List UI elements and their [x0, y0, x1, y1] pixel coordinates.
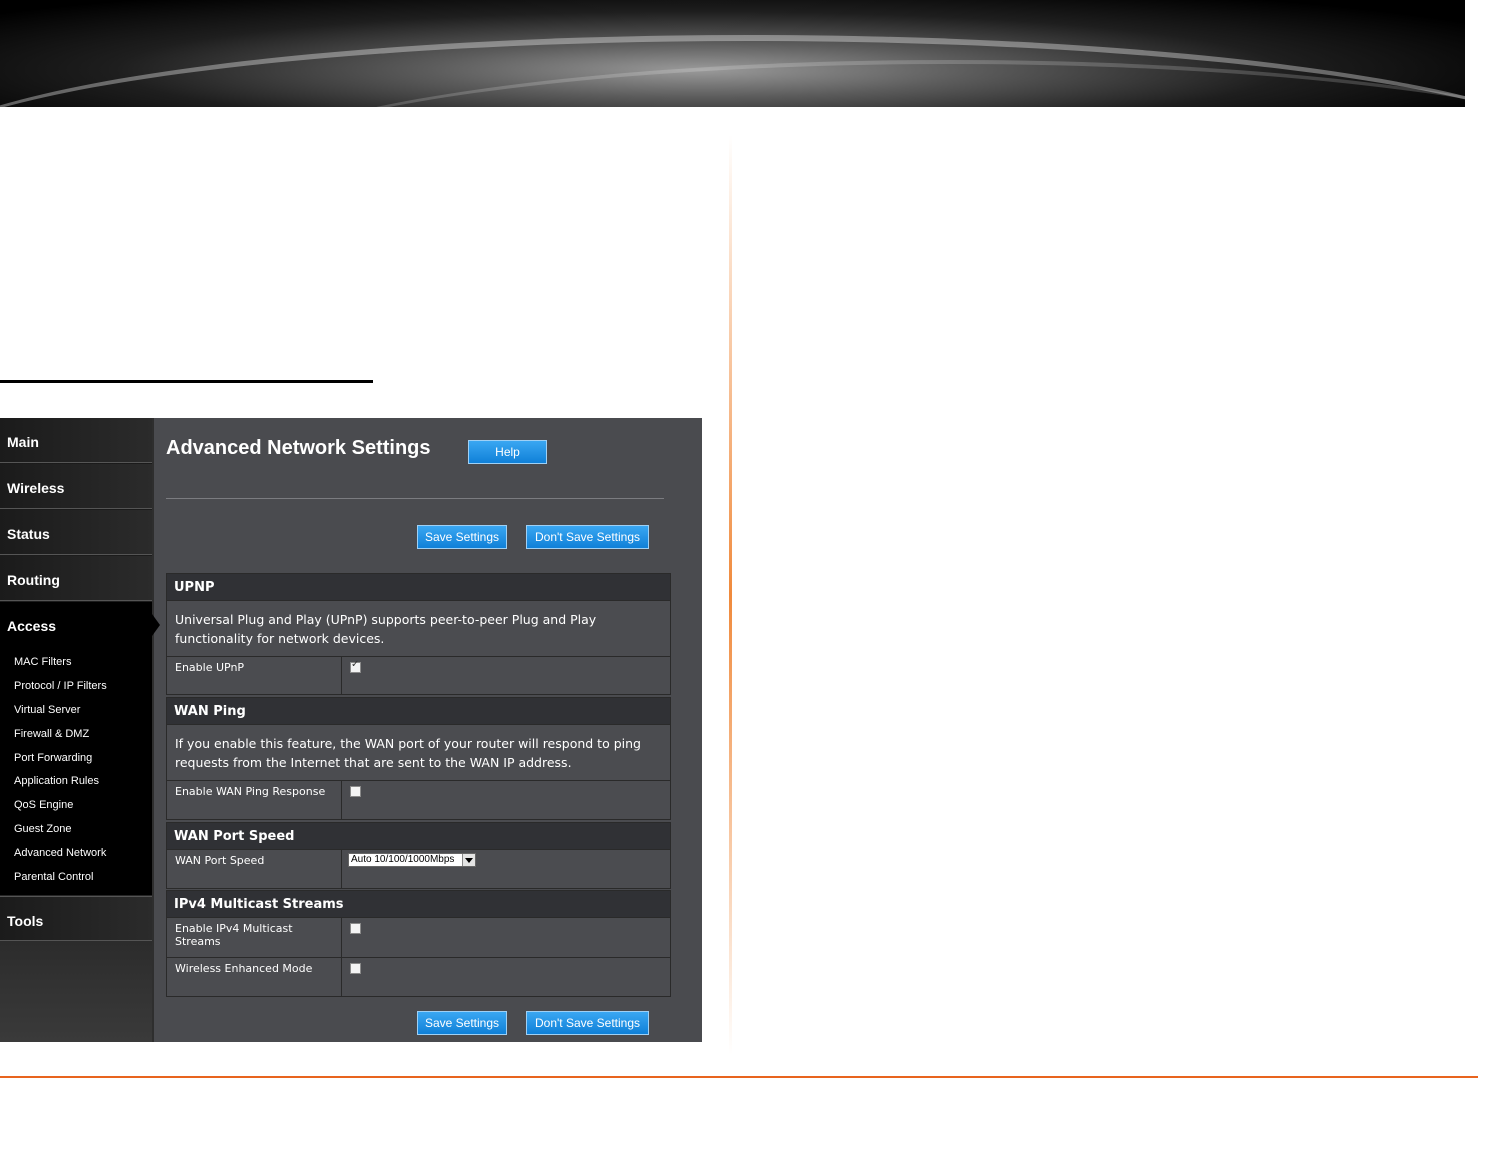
page-title: Advanced Network Settings: [166, 437, 431, 459]
main-content: Advanced Network Settings Help Save Sett…: [154, 418, 702, 1042]
chevron-down-icon: [462, 854, 475, 866]
subnav-firewall-dmz[interactable]: Firewall & DMZ: [14, 728, 89, 740]
wan-ping-enable-label: Enable WAN Ping Response: [167, 781, 342, 819]
subnav-parental-control[interactable]: Parental Control: [14, 871, 94, 883]
wan-port-speed-label: WAN Port Speed: [167, 850, 342, 888]
subnav-virtual-server[interactable]: Virtual Server: [14, 704, 80, 716]
section-title-underline: [0, 380, 373, 383]
dont-save-settings-button-top[interactable]: Don't Save Settings: [526, 525, 649, 549]
nav-tools[interactable]: Tools: [0, 896, 152, 941]
wireless-enhanced-label: Wireless Enhanced Mode: [167, 958, 342, 996]
wireless-enhanced-checkbox[interactable]: [350, 963, 361, 974]
sidebar: Main Wireless Status Routing Access MAC …: [0, 418, 160, 1042]
subnav-advanced-network[interactable]: Advanced Network: [14, 847, 106, 859]
save-settings-button-top[interactable]: Save Settings: [417, 525, 507, 549]
nav-access-label: Access: [7, 618, 57, 634]
nav-routing-label: Routing: [7, 572, 60, 588]
upnp-enable-label: Enable UPnP: [167, 657, 342, 694]
nav-access[interactable]: Access: [0, 602, 160, 647]
subnav-guest-zone[interactable]: Guest Zone: [14, 823, 71, 835]
header-banner: [0, 0, 1465, 107]
wan-port-speed-value: Auto 10/100/1000Mbps: [351, 854, 455, 865]
column-divider: [729, 135, 732, 1055]
nav-main-label: Main: [7, 434, 39, 450]
subnav-qos-engine[interactable]: QoS Engine: [14, 799, 73, 811]
wan-port-speed-row: WAN Port Speed Auto 10/100/1000Mbps: [166, 849, 671, 889]
subnav-application-rules[interactable]: Application Rules: [14, 775, 99, 787]
save-settings-button-bottom[interactable]: Save Settings: [417, 1011, 507, 1035]
upnp-enable-row: Enable UPnP: [166, 656, 671, 695]
nav-wireless[interactable]: Wireless: [0, 464, 152, 509]
wan-port-speed-header: WAN Port Speed: [166, 822, 671, 850]
nav-status[interactable]: Status: [0, 510, 152, 555]
help-button[interactable]: Help: [468, 440, 547, 464]
upnp-enable-checkbox[interactable]: [350, 659, 361, 673]
upnp-description: Universal Plug and Play (UPnP) supports …: [166, 600, 671, 657]
wan-ping-header: WAN Ping: [166, 697, 671, 725]
footer-rule: [0, 1076, 1478, 1078]
nav-routing[interactable]: Routing: [0, 556, 152, 601]
subnav-port-forwarding[interactable]: Port Forwarding: [14, 752, 92, 764]
multicast-enable-checkbox[interactable]: [350, 923, 361, 934]
router-ui-screenshot: Main Wireless Status Routing Access MAC …: [0, 418, 702, 1042]
nav-status-label: Status: [7, 526, 50, 542]
nav-tools-label: Tools: [7, 913, 44, 929]
nav-main[interactable]: Main: [0, 418, 152, 463]
multicast-enable-row: Enable IPv4 Multicast Streams: [166, 917, 671, 958]
dont-save-settings-button-bottom[interactable]: Don't Save Settings: [526, 1011, 649, 1035]
subnav-protocol-ip-filters[interactable]: Protocol / IP Filters: [14, 680, 107, 692]
subnav-mac-filters[interactable]: MAC Filters: [14, 656, 71, 668]
upnp-header: UPNP: [166, 573, 671, 601]
multicast-header: IPv4 Multicast Streams: [166, 890, 671, 918]
wan-ping-description: If you enable this feature, the WAN port…: [166, 724, 671, 781]
wireless-enhanced-row: Wireless Enhanced Mode: [166, 957, 671, 997]
title-divider: [166, 498, 664, 499]
wan-ping-enable-row: Enable WAN Ping Response: [166, 780, 671, 820]
wan-ping-enable-checkbox[interactable]: [350, 786, 361, 797]
multicast-enable-label: Enable IPv4 Multicast Streams: [167, 918, 342, 957]
nav-wireless-label: Wireless: [7, 480, 65, 496]
wan-port-speed-select[interactable]: Auto 10/100/1000Mbps: [348, 853, 476, 867]
